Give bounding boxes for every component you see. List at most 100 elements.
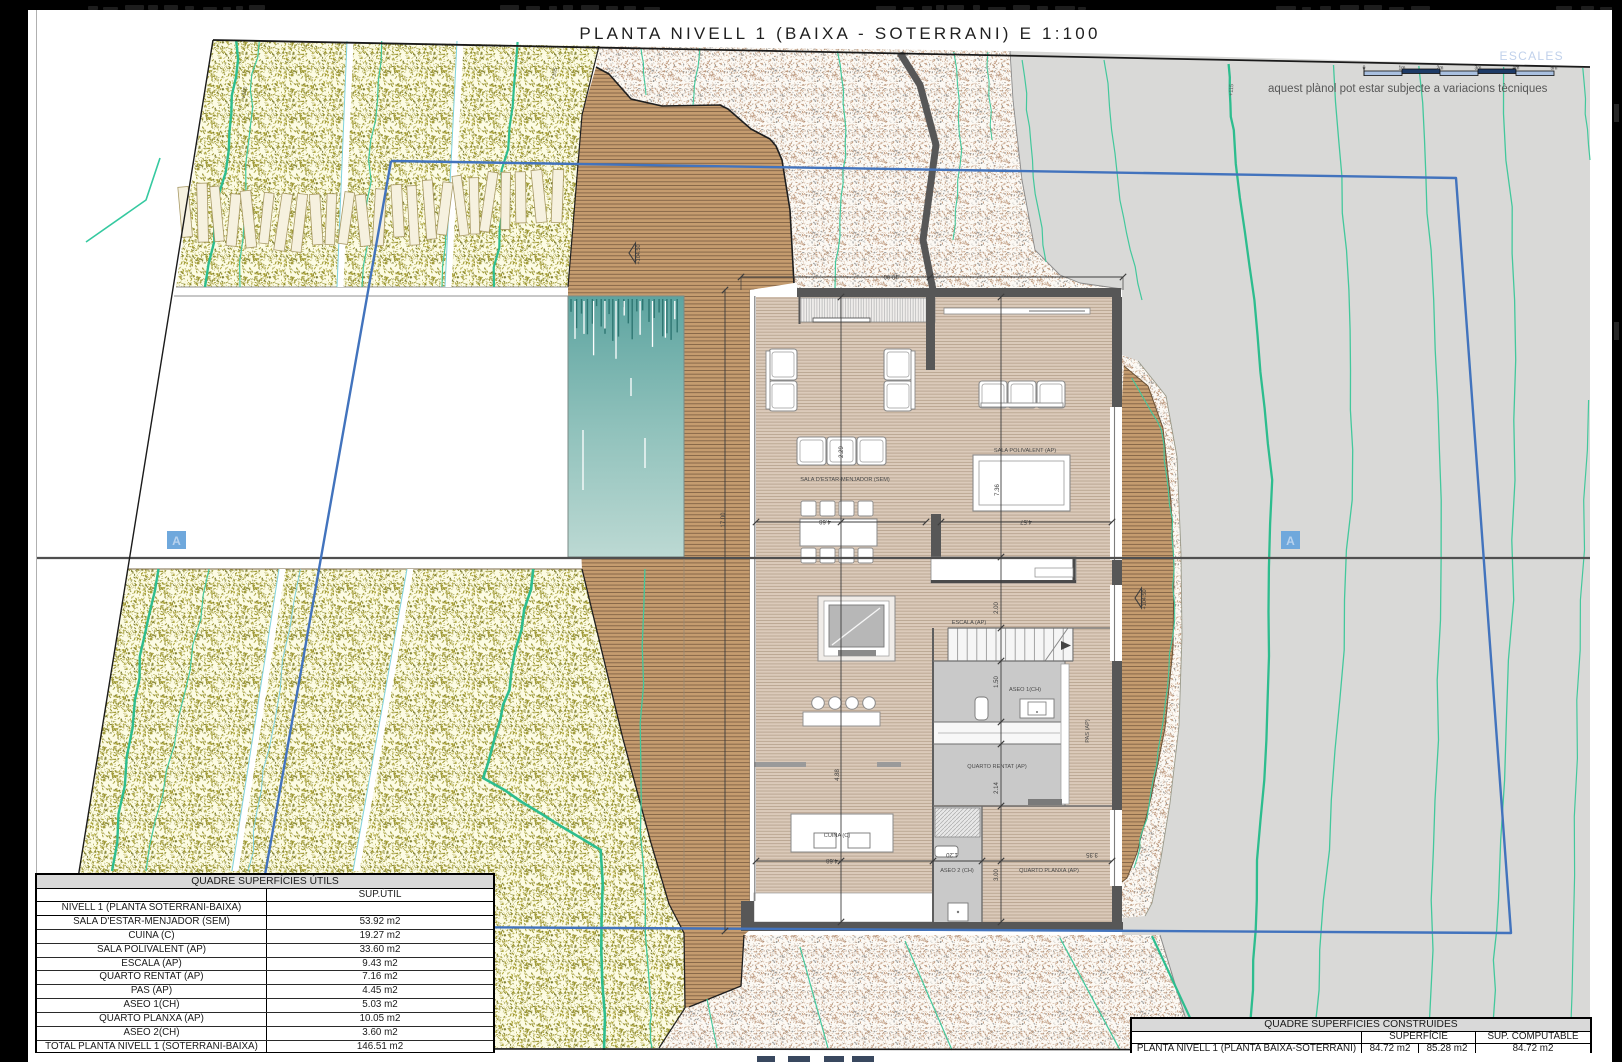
table-row: ASEO 2(CH)3.60 m2 [37,1027,493,1041]
ottoman-1 [797,437,826,465]
counter-seg-left [754,762,806,767]
dining-chair-top-1 [820,501,835,516]
room-label-pas: PAS (AP) [1085,719,1091,743]
counter-seg-right [877,762,901,767]
table-row: ESCALA (AP)9.43 m2 [37,958,493,972]
hob-1 [829,697,842,710]
aseo1-wc [975,697,988,720]
wall-top [797,288,1121,297]
room-label-polivalent: SALA POLIVALENT (AP) [994,448,1056,454]
dim-label-300: 3.00 [994,869,1000,881]
sofa-right-cushion-1 [884,349,912,380]
sofa-left-back [766,351,770,409]
aseo1-basin [1028,702,1046,715]
band-left [0,0,28,1062]
wall-right-c [1112,661,1122,810]
aseo2-shower [935,808,980,837]
svg-text:A: A [1286,534,1295,548]
room-label-aseo1: ASEO 1(CH) [1009,687,1041,693]
room-label-sem: SALA D'ESTAR-MENJADOR (SEM) [800,477,890,483]
dining-chair-bot-3 [858,548,873,563]
terrace-band [754,893,933,922]
table-row: CUINA (C)19.27 m2 [37,930,493,944]
plan-note: aquest plànol pot estar subjecte a varia… [1268,83,1558,95]
dining-chair-bot-1 [820,548,835,563]
fireplace [818,596,895,661]
scalebar-tick-1: 1m [1399,66,1406,72]
table-row: SALA POLIVALENT (AP)33.60 m2 [37,944,493,958]
kitchen-bar [803,712,880,726]
table-cell-value: 3.60 m2 [267,1027,493,1040]
room-label-escala: ESCALA (AP) [952,620,987,626]
aseo2-wc-dot [957,911,959,913]
table-built-areas: QUADRE SUPERFICIES CONSTRUIDES SUPERFÍCI… [1130,1017,1592,1055]
sofa-left-cushion-1 [769,349,797,380]
hob-0 [812,697,825,710]
dim-label-150: 1.50 [994,676,1000,688]
scalebar-tick-5: 5m [1551,66,1558,72]
section-marker-right: A [1281,531,1300,549]
dim-label-335: 3.35 [1086,851,1098,857]
table-row: QUARTO PLANXA (AP)10.05 m2 [37,1013,493,1027]
svg-text:+104.50: +104.50 [636,244,642,264]
table-cell-value: 9.43 m2 [267,958,493,971]
rentat-appliances [1028,799,1062,805]
ap-table-inner [979,461,1064,505]
room-label-aseo2: ASEO 2 (CH) [940,868,974,874]
table-useful-areas: QUADRE SUPERFÍCIES ÚTILS SUP.ÚTIL NIVELL… [35,873,495,1054]
contour-outside [86,158,160,242]
table-cell-label: PAS (AP) [37,985,267,998]
table-cell-value: 4.45 m2 [267,985,493,998]
dim-label-sem-width: 4.68 [819,518,831,524]
hob-3 [863,697,876,710]
sofa-left-cushion-2 [769,381,797,411]
dining-chair-top-0 [801,501,816,516]
svg-text:+104.50: +104.50 [1142,589,1148,609]
table-useful-header-suputil: SUP.ÚTIL [267,889,493,901]
hob-2 [846,697,859,710]
aseo1-drain [1036,711,1038,713]
table-cell-label: QUARTO PLANXA (AP) [37,1013,267,1026]
dining-chair-top-3 [858,501,873,516]
table-cell-value: 10.05 m2 [267,1013,493,1026]
dim-label-ap-width: 4.57 [1020,518,1032,524]
dim-label-229: 2.29 [839,446,845,458]
table-built-header: SUPERFÍCIE SUP. COMPUTABLE [1132,1032,1590,1044]
wall-right-b [1112,560,1122,585]
table-built-header-computable: SUP. COMPUTABLE [1476,1032,1590,1043]
dim-label-200: 2.00 [994,602,1000,614]
band-right [1612,0,1622,1062]
wall-stub-top [926,297,935,370]
table-cell-value: 5.03 m2 [267,999,493,1012]
contour-label-115: +115 [1229,84,1236,96]
dim-label-cuina-w: 4.68 [826,857,838,863]
wall-right-d [1112,886,1122,922]
plan-title: PLANTA NIVELL 1 (BAIXA - SOTERRANI) E 1:… [29,24,1622,44]
table-useful-header: SUP.ÚTIL [37,889,493,902]
sem-counter-rod [813,318,870,322]
table-cell-label: CUINA (C) [37,930,267,943]
table-cell-label: NIVELL 1 (PLANTA SOTERRANI-BAIXA) [37,902,267,915]
table-built-header-empty [1132,1032,1362,1043]
rentat-floor [933,744,1065,805]
pool [568,296,684,557]
drawing-sheet: AA10.0017.004.684.572.294.887.362.001.50… [0,0,1622,1062]
ottoman-3 [857,437,886,465]
wall-right-a [1112,297,1122,407]
dim-label-736: 7.36 [995,484,1001,496]
pas-door-strip [1061,664,1069,804]
table-row: PAS (AP)4.45 m2 [37,985,493,999]
table-cell-value: 7.16 m2 [267,971,493,984]
scalebar-tick-4: 4m [1513,66,1520,72]
scales-heading: ESCALES [1452,49,1564,63]
dim-label-left: 17.00 [721,512,727,528]
table-cell-value [267,902,493,915]
ap-bench [931,557,1076,583]
scalebar-tick-0: 0 [1363,66,1366,72]
table-cell-label: ASEO 2(CH) [37,1027,267,1040]
table-cell-label: SALA D'ESTAR-MENJADOR (SEM) [37,916,267,929]
cuina-sink-2 [848,833,870,848]
svg-text:A: A [172,534,181,548]
table-useful-title: QUADRE SUPERFÍCIES ÚTILS [37,875,493,889]
banner-bottom-cutoff [28,1053,1612,1062]
